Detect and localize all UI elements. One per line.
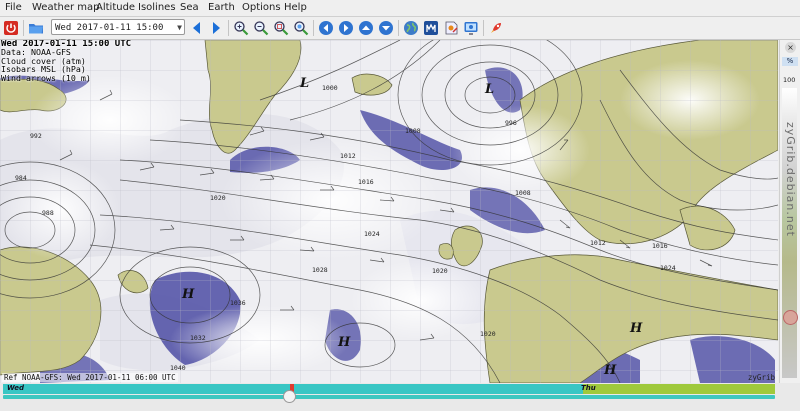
isobar-label: 1016 (652, 242, 668, 250)
forecast-timeline: Wed Thu (0, 383, 800, 411)
magnifier-area-icon (274, 21, 289, 36)
high-pressure-marker: H (337, 335, 351, 350)
meteotable-icon (424, 21, 438, 35)
legend-watermark: zyGrib.debian.net (784, 122, 797, 237)
info-button[interactable] (462, 19, 480, 37)
info-wind-layer: Wind arrows (10 m) (1, 72, 91, 83)
menu-bar: File Weather map Altitude Isolines Sea E… (0, 0, 800, 17)
low-pressure-marker: L (484, 82, 494, 97)
menu-file[interactable]: File (5, 2, 22, 13)
legend-max-value: 100 (783, 76, 796, 84)
isobar-label: 984 (15, 174, 27, 182)
forecast-date-select[interactable]: Wed 2017-01-11 15:00 UTC ▼ (51, 19, 185, 49)
folder-icon (29, 24, 43, 34)
rocket-icon (491, 23, 501, 33)
previous-date-button[interactable] (188, 19, 206, 37)
isobar-label: 1024 (364, 230, 380, 238)
monitor-info-icon (464, 22, 478, 35)
magnifier-plus-icon (234, 21, 249, 36)
isobar-label: 1028 (312, 266, 328, 274)
legend-knob[interactable] (783, 310, 798, 325)
magnifier-world-icon (294, 21, 309, 36)
isobar-label: 1008 (515, 189, 531, 197)
zoom-selection-button[interactable] (272, 19, 290, 37)
isobar-label: 1024 (660, 264, 676, 272)
isobar-label: 1020 (432, 267, 448, 275)
arrow-down-circle-icon (379, 21, 393, 35)
quit-button[interactable] (2, 19, 20, 37)
timeline-slider-handle[interactable] (282, 390, 296, 403)
high-pressure-marker: H (629, 321, 643, 336)
high-pressure-marker: H (181, 287, 195, 302)
menu-sea[interactable]: Sea (180, 2, 199, 13)
pan-right-button[interactable] (337, 19, 355, 37)
close-legend-button[interactable]: × (785, 42, 796, 53)
triangle-left-icon (193, 22, 200, 34)
map-info-overlay: Wed 2017-01-11 15:00 UTC Data: NOAA-GFS Cl… (1, 40, 131, 82)
poi-button[interactable] (442, 19, 460, 37)
weather-map[interactable]: 1000 1008 1012 1016 1020 1024 1028 1032 … (0, 40, 778, 383)
timeline-slider-track[interactable] (3, 395, 775, 399)
menu-help[interactable]: Help (284, 2, 307, 13)
day-band-thu (583, 384, 775, 394)
pan-up-button[interactable] (357, 19, 375, 37)
pan-left-button[interactable] (317, 19, 335, 37)
isobar-label: 988 (42, 209, 54, 217)
menu-earth[interactable]: Earth (208, 2, 235, 13)
isobar-label: 1032 (190, 334, 206, 342)
arrow-up-circle-icon (359, 21, 373, 35)
map-canvas[interactable]: 1000 1008 1012 1016 1020 1024 1028 1032 … (0, 40, 778, 383)
chevron-down-icon: ▼ (177, 23, 182, 32)
close-icon: × (787, 43, 794, 52)
meteotable-button[interactable] (422, 19, 440, 37)
day-label-thu: Thu (581, 384, 596, 392)
brand-label: zyGrib (747, 373, 775, 382)
arrow-right-circle-icon (339, 21, 353, 35)
isobar-label: 1000 (322, 84, 338, 92)
day-label-wed: Wed (7, 384, 25, 392)
isobar-label: 1016 (358, 178, 374, 186)
menu-options[interactable]: Options (242, 2, 281, 13)
globe-icon (404, 21, 418, 35)
next-date-button[interactable] (207, 19, 225, 37)
zoom-all-button[interactable] (292, 19, 310, 37)
legend-unit: % (782, 57, 798, 66)
pan-down-button[interactable] (377, 19, 395, 37)
menu-altitude[interactable]: Altitude (96, 2, 135, 13)
pin-edit-icon (445, 21, 458, 35)
low-pressure-marker: L (299, 76, 309, 91)
zoom-out-button[interactable] (252, 19, 270, 37)
triangle-right-icon (213, 22, 220, 34)
isobar-label: 1020 (210, 194, 226, 202)
animation-button[interactable] (487, 19, 505, 37)
isobar-label: 996 (505, 119, 517, 127)
color-legend-panel: × % 100 zyGrib.debian.net (779, 40, 800, 383)
menu-isolines[interactable]: Isolines (138, 2, 176, 13)
day-strip: Wed Thu (3, 384, 775, 394)
isobar-label: 1008 (405, 127, 421, 135)
isobar-label: 1020 (480, 330, 496, 338)
arrow-left-circle-icon (319, 21, 333, 35)
isobar-label: 1040 (170, 364, 186, 372)
earth-view-button[interactable] (402, 19, 420, 37)
lat-lon-grid (0, 40, 778, 383)
isobar-label: 1012 (340, 152, 356, 160)
isobar-label: 1036 (230, 299, 246, 307)
menu-weather-map[interactable]: Weather map (32, 2, 100, 13)
high-pressure-marker: H (603, 363, 617, 378)
isobar-label: 992 (30, 132, 42, 140)
reference-time: Ref NOAA-GFS: Wed 2017-01-11 06:00 UTC (2, 373, 178, 382)
open-file-button[interactable] (27, 19, 45, 37)
magnifier-minus-icon (254, 21, 269, 36)
toolbar: Wed 2017-01-11 15:00 UTC ▼ (0, 17, 800, 49)
isobar-label: 1012 (590, 239, 606, 247)
zoom-in-button[interactable] (232, 19, 250, 37)
power-icon (4, 21, 18, 35)
